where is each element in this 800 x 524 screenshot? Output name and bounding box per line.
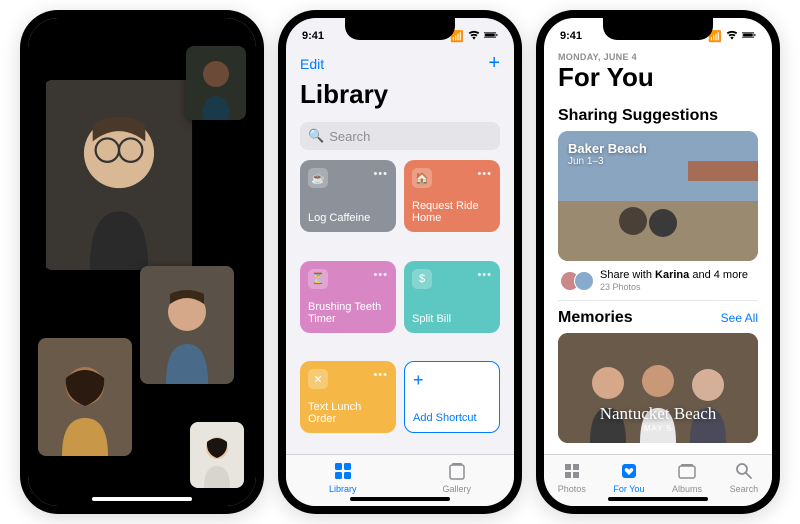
shortcuts-screen: 9:41 📶 Edit + Library 🔍 Search ☕ [286, 18, 514, 506]
home-indicator[interactable] [608, 497, 708, 501]
tile-more-icon[interactable]: ••• [477, 168, 492, 180]
section-title-sharing: Sharing Suggestions [558, 107, 758, 125]
photos-screen: 9:41 📶 MONDAY, JUNE 4 For You Sharing Su… [544, 18, 772, 506]
tile-label: Split Bill [412, 313, 492, 325]
tab-search[interactable]: Search [730, 461, 759, 494]
search-input[interactable]: 🔍 Search [300, 122, 500, 150]
wifi-icon [467, 28, 481, 45]
tab-gallery[interactable]: Gallery [442, 461, 471, 494]
plus-icon: + [413, 370, 491, 391]
gallery-icon [447, 461, 467, 483]
shortcut-tile[interactable]: $ ••• Split Bill [404, 261, 500, 333]
page-title: Library [300, 79, 500, 110]
edit-button[interactable]: Edit [300, 56, 324, 72]
avatar [574, 271, 594, 291]
share-text: Share with Karina and 4 more [600, 269, 748, 282]
status-time: 9:41 [302, 30, 324, 42]
notch [603, 18, 713, 40]
phone-photos: 9:41 📶 MONDAY, JUNE 4 For You Sharing Su… [536, 10, 780, 514]
add-button[interactable]: + [488, 52, 500, 75]
memory-date: MAY 5 [600, 424, 717, 433]
search-placeholder: Search [329, 129, 370, 144]
albums-icon [677, 461, 697, 483]
status-time: 9:41 [560, 30, 582, 42]
tile-label: Brushing Teeth Timer [308, 301, 388, 325]
phone-facetime [20, 10, 264, 514]
memory-card[interactable]: Nantucket Beach MAY 5 [558, 333, 758, 443]
participant-tile-2[interactable] [186, 46, 246, 120]
facetime-call-view[interactable] [28, 18, 256, 506]
hourglass-icon: ⏳ [308, 269, 328, 289]
memory-title: Nantucket Beach [600, 404, 717, 424]
date-label: MONDAY, JUNE 4 [558, 52, 758, 62]
battery-icon [742, 28, 756, 45]
tab-library[interactable]: Library [329, 461, 357, 494]
tile-label: Log Caffeine [308, 212, 388, 224]
participant-tile-3[interactable] [140, 266, 234, 384]
dollar-icon: $ [412, 269, 432, 289]
search-icon: 🔍 [308, 128, 324, 144]
avatar-stack [560, 271, 594, 291]
tile-more-icon[interactable]: ••• [373, 369, 388, 381]
participant-tile-main[interactable] [44, 80, 194, 270]
see-all-link[interactable]: See All [721, 311, 758, 325]
home-indicator[interactable] [350, 497, 450, 501]
facetime-screen [28, 18, 256, 506]
tab-photos[interactable]: Photos [558, 461, 586, 494]
tile-more-icon[interactable]: ••• [373, 269, 388, 281]
coffee-icon: ☕ [308, 168, 328, 188]
tab-for-you[interactable]: For You [613, 461, 644, 494]
participant-tile-self[interactable] [190, 422, 244, 488]
add-shortcut-tile[interactable]: + Add Shortcut [404, 361, 500, 433]
wifi-icon [725, 28, 739, 45]
participant-tile-4[interactable] [38, 338, 132, 456]
grid-icon [333, 461, 353, 483]
battery-icon [484, 28, 498, 45]
tile-more-icon[interactable]: ••• [477, 269, 492, 281]
section-title-memories: Memories [558, 309, 633, 327]
shortcuts-grid: ☕ ••• Log Caffeine 🏠 ••• Request Ride Home… [286, 160, 514, 454]
tile-more-icon[interactable]: ••• [373, 168, 388, 180]
card-dates: Jun 1–3 [568, 156, 647, 167]
shortcut-tile[interactable]: ☕ ••• Log Caffeine [300, 160, 396, 232]
shortcut-tile[interactable]: 🏠 ••• Request Ride Home [404, 160, 500, 232]
notch [87, 18, 197, 40]
notch [345, 18, 455, 40]
card-location: Baker Beach [568, 141, 647, 156]
page-title: For You [558, 62, 758, 93]
tile-label: Request Ride Home [412, 200, 492, 224]
home-icon: 🏠 [412, 168, 432, 188]
tile-label: Add Shortcut [413, 412, 491, 424]
share-with-row[interactable]: Share with Karina and 4 more 23 Photos [558, 261, 758, 301]
shortcut-tile[interactable]: ✕ ••• Text Lunch Order [300, 361, 396, 433]
photos-icon [562, 461, 582, 483]
search-icon [734, 461, 754, 483]
phone-shortcuts: 9:41 📶 Edit + Library 🔍 Search ☕ [278, 10, 522, 514]
scroll-content[interactable]: Sharing Suggestions Baker Beach Jun 1–3 … [544, 99, 772, 454]
shortcut-tile[interactable]: ⏳ ••• Brushing Teeth Timer [300, 261, 396, 333]
heart-icon [619, 461, 639, 483]
utensils-icon: ✕ [308, 369, 328, 389]
tile-label: Text Lunch Order [308, 401, 388, 425]
sharing-suggestion-card[interactable]: Baker Beach Jun 1–3 [558, 131, 758, 261]
share-subtext: 23 Photos [600, 282, 748, 292]
tab-albums[interactable]: Albums [672, 461, 702, 494]
home-indicator[interactable] [92, 497, 192, 501]
